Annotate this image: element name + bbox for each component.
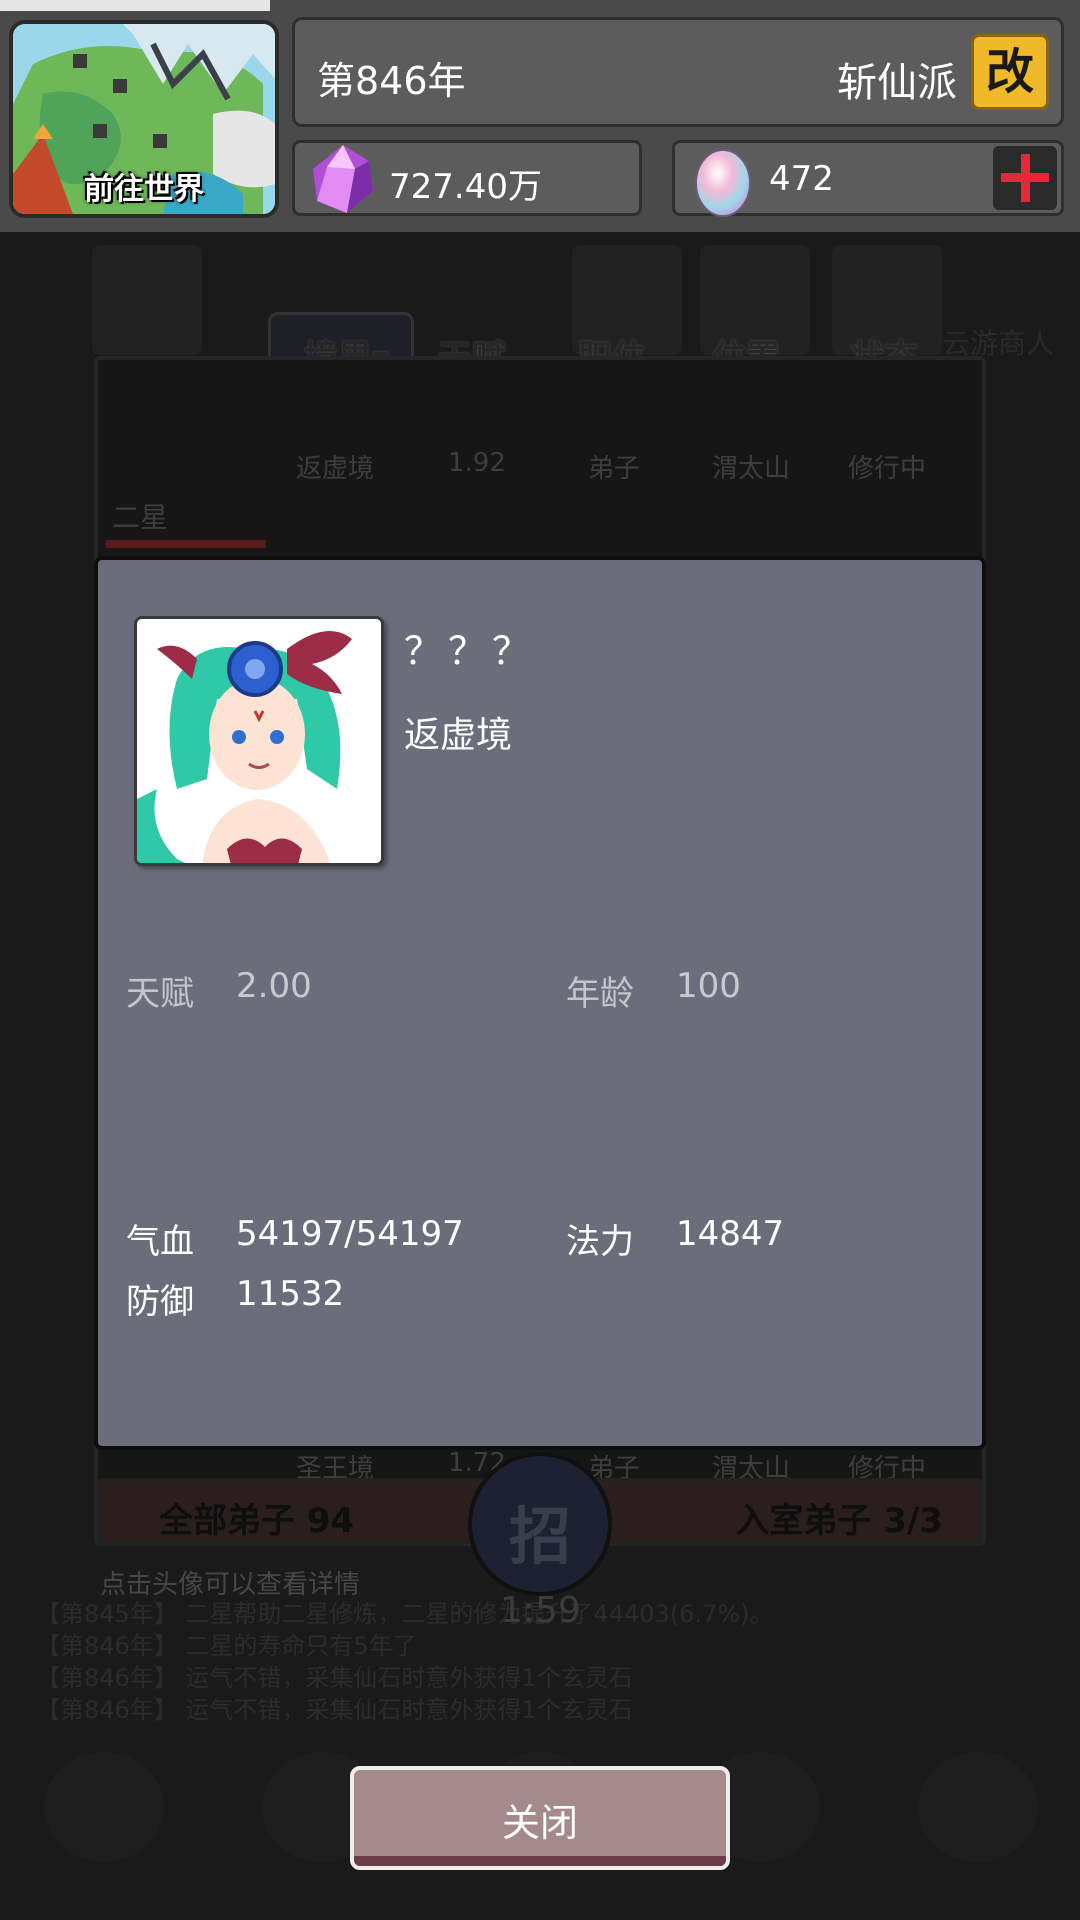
nav-menu[interactable]: 菜单 <box>726 1856 786 1900</box>
character-portrait-image <box>137 619 381 863</box>
talent-value: 2.00 <box>236 966 312 1006</box>
status-bar <box>0 0 270 11</box>
spirit-stone-amount: 727.40万 <box>389 167 542 207</box>
log-line: 【第846年】 运气不错，采集仙石时意外获得1个玄灵石 <box>36 1696 633 1724</box>
plus-icon[interactable] <box>993 146 1057 210</box>
age-label: 年龄 <box>566 974 634 1014</box>
recruit-glyph: 招 <box>508 1500 571 1573</box>
mana-value: 14847 <box>676 1214 785 1254</box>
pickaxe-icon <box>44 1752 164 1862</box>
age-value: 100 <box>676 966 741 1006</box>
character-realm: 返虚境 <box>404 715 513 756</box>
go-to-world-button[interactable]: 前往世界 <box>9 20 279 218</box>
spirit-egg-icon <box>695 149 751 217</box>
row-talent: 1.92 <box>448 448 506 478</box>
top-header: 前往世界 第846年 斩仙派 改 727.40万 472 <box>0 0 1080 232</box>
bg-avatar <box>92 245 202 355</box>
current-year: 第846年 <box>317 59 466 103</box>
year-panel: 第846年 斩仙派 改 <box>292 17 1064 127</box>
close-button[interactable]: 关闭 <box>350 1766 730 1870</box>
game-screen: 境界▾ 天赋 职位 位置 状态 云游商人 返虚境 1.92 弟子 渭太山 修行中… <box>0 0 1080 1920</box>
log-line: 【第846年】 二星的寿命只有5年了 <box>36 1632 417 1660</box>
row-star-label: 二星 <box>112 501 169 534</box>
all-disciples-count: 全部弟子 94 <box>159 1501 355 1541</box>
spirit-egg-counter: 472 <box>672 140 1064 217</box>
mana-label: 法力 <box>566 1222 634 1262</box>
hp-label: 气血 <box>126 1222 194 1262</box>
row-location: 渭太山 <box>712 454 791 484</box>
defense-value: 11532 <box>236 1274 345 1314</box>
spirit-stone-icon <box>313 145 373 213</box>
character-name: ？？？ <box>404 629 537 673</box>
nav-disciples[interactable]: 弟子 <box>288 1856 348 1900</box>
row-status: 修行中 <box>848 454 927 484</box>
recruit-timer: 1:59 <box>500 1590 581 1631</box>
spirit-egg-amount: 472 <box>769 159 834 199</box>
rename-icon: 改 <box>985 44 1034 100</box>
close-button-label: 关闭 <box>501 1801 578 1845</box>
inner-disciples-count: 入室弟子 3/3 <box>735 1501 943 1541</box>
row-role: 弟子 <box>588 454 641 484</box>
disciple-detail-modal: ？？？ 返虚境 天赋 2.00 年龄 100 气血 54197/54197 法力… <box>94 556 986 1450</box>
row-realm: 返虚境 <box>296 454 375 484</box>
log-line: 【第845年】 二星帮助二星修炼，二星的修为提升了44403(6.7%)。 <box>36 1600 774 1628</box>
talent-label: 天赋 <box>126 974 194 1014</box>
spirit-stone-counter: 727.40万 <box>292 140 642 216</box>
sect-name: 斩仙派 <box>837 60 957 106</box>
recruit-button[interactable]: 招 <box>468 1452 612 1596</box>
hp-value: 54197/54197 <box>236 1214 464 1254</box>
disciple-row[interactable]: 返虚境 1.92 弟子 渭太山 修行中 <box>0 448 1080 488</box>
row-progress-bar <box>106 540 266 548</box>
rename-sect-button[interactable]: 改 <box>971 34 1049 110</box>
character-portrait <box>134 616 384 866</box>
nav-collect-stones[interactable]: 采集仙石 <box>34 1856 154 1900</box>
world-button-label: 前往世界 <box>84 172 204 207</box>
help-icon <box>918 1752 1038 1862</box>
defense-label: 防御 <box>126 1282 194 1322</box>
nav-help[interactable]: 帮助 <box>940 1856 1000 1900</box>
log-line: 【第846年】 运气不错，采集仙石时意外获得1个玄灵石 <box>36 1664 633 1692</box>
